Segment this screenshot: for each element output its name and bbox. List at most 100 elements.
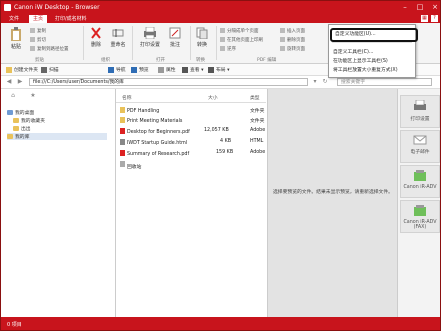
refresh-icon[interactable]: ↻ <box>321 78 329 86</box>
minimize-button[interactable]: – <box>401 3 409 11</box>
device-button-2[interactable]: Canon iR-ADV (FAX) <box>400 200 440 233</box>
forward-icon[interactable]: ▶ <box>16 78 24 86</box>
pdf-split-label: 分隔成单个页面 <box>227 29 259 34</box>
pdf-group-label: PDF 编辑 <box>257 58 277 63</box>
dropdown-arrow-icon[interactable]: ▾ <box>311 78 319 86</box>
search-input[interactable]: 搜索关键字 <box>337 78 432 86</box>
menu-divider <box>332 42 412 43</box>
annotate-button[interactable]: 批注 <box>165 27 185 48</box>
delete-button[interactable]: 删除 <box>87 27 105 48</box>
pdf-delete-button[interactable]: 删除页面 <box>280 37 305 43</box>
properties-toggle[interactable]: 属性 <box>158 66 176 73</box>
file-name: IWDT Startup Guide.html <box>127 141 188 146</box>
list-item[interactable]: PDF Handling 文件夹 <box>116 105 266 115</box>
layout-dropdown[interactable]: 布局 ▾ <box>208 66 230 73</box>
list-header: 名称 大小 类型 <box>116 92 266 103</box>
pdf-reverse-button[interactable]: 逆序 <box>220 46 236 52</box>
list-item[interactable]: IWDT Startup Guide.html 4 KB HTML <box>116 137 266 147</box>
file-name: Print Meeting Materials <box>127 119 183 124</box>
convert-icon <box>196 27 208 39</box>
title-bar: Canon iW Desktop - Browser – □ × <box>1 1 440 14</box>
print-settings-button[interactable]: 打印设置 <box>135 27 165 48</box>
device-button-1[interactable]: Canon iR-ADV <box>400 165 440 198</box>
folder-icon <box>6 66 12 73</box>
tree-label: 出出 <box>21 127 31 132</box>
file-type: Adobe <box>250 150 266 155</box>
scan-button[interactable]: 扫描 <box>41 66 59 73</box>
output-bar: 打印设置 电子邮件 Canon iR-ADV Canon iR-ADV (FAX… <box>397 89 440 317</box>
list-item[interactable]: 回收站 <box>116 159 266 170</box>
scan-label: 扫描 <box>49 68 59 73</box>
back-icon[interactable]: ◀ <box>5 78 13 86</box>
divider <box>190 26 191 60</box>
star-icon[interactable]: ★ <box>29 92 37 100</box>
paste-button[interactable]: 粘贴 <box>7 27 25 50</box>
menu-item-customize-toolbar[interactable]: 自定义工具栏(C)... <box>333 48 373 55</box>
properties-icon <box>158 66 164 73</box>
status-text: 0 项目 <box>7 322 22 328</box>
list-item[interactable]: Summary of Research.pdf 159 KB Adobe <box>116 148 266 158</box>
tree-item-library[interactable]: 我的库 <box>7 133 107 140</box>
scanner-icon <box>41 66 47 73</box>
file-size: 12,057 KB <box>204 128 229 133</box>
delete-label: 删除 <box>90 42 101 48</box>
column-size[interactable]: 大小 <box>208 94 218 101</box>
tree-item-outbox[interactable]: 出出 <box>13 125 31 132</box>
new-folder-button[interactable]: 创建文件夹 <box>6 66 38 73</box>
convert-group-label: 转换 <box>196 58 205 63</box>
device-label-2: Canon iR-ADV (FAX) <box>403 220 437 230</box>
tree-item-desktop[interactable]: 我的桌面 <box>7 109 34 116</box>
rename-button[interactable]: 重命名 <box>107 27 129 48</box>
tab-home[interactable]: 主页 <box>29 15 48 23</box>
organize-group-label: 组织 <box>101 58 110 63</box>
pdf-insert-button[interactable]: 插入页面 <box>280 28 305 34</box>
cut-button[interactable]: 剪切 <box>30 37 46 43</box>
maximize-button[interactable]: □ <box>416 3 424 11</box>
divider <box>216 26 217 60</box>
tab-print[interactable]: 打印/成名材料 <box>51 15 91 23</box>
pdf-rotate-button[interactable]: 旋转页面 <box>280 46 305 52</box>
preview-pane: 选择要预览的文件。结果未显示预览，请重新选择文件。 <box>267 89 398 317</box>
cut-label: 剪切 <box>37 38 46 43</box>
email-button[interactable]: 电子邮件 <box>400 130 440 163</box>
desktop-icon <box>7 110 13 115</box>
pdf-delete-label: 删除页面 <box>287 38 305 43</box>
menu-item-customize-ribbon[interactable]: 自定义功能区(U)... <box>330 28 418 42</box>
layout-icon <box>208 66 214 73</box>
rename-label: 重命名 <box>110 42 126 48</box>
close-button[interactable]: × <box>431 3 439 11</box>
column-type[interactable]: 类型 <box>250 94 260 101</box>
home-icon[interactable]: ⌂ <box>9 92 17 100</box>
delete-icon <box>91 27 101 39</box>
list-item[interactable]: Print Meeting Materials 文件夹 <box>116 115 266 125</box>
print-label: 打印设置 <box>139 42 160 48</box>
fax-icon <box>414 205 426 216</box>
path-field[interactable]: file:///C:/Users/user/Documents/我的库 <box>29 78 308 86</box>
email-icon <box>413 135 427 145</box>
menu-item-toolbar-size[interactable]: 将工具栏放置大小重复方式(X) <box>333 66 398 73</box>
clipboard-icon <box>11 27 21 41</box>
open-group-label: 打开 <box>156 58 165 63</box>
column-name[interactable]: 名称 <box>122 94 132 101</box>
preview-message: 选择要预览的文件。结果未显示预览，请重新选择文件。 <box>273 190 393 195</box>
copy-button[interactable]: 复制 <box>30 28 46 34</box>
tree-item-favorites[interactable]: 我的收藏夹 <box>13 117 45 124</box>
tab-file[interactable]: 文件 <box>5 15 23 23</box>
menu-item-show-toolbar[interactable]: 在功能区上显示工具栏(S) <box>333 57 388 64</box>
print-output-button[interactable]: 打印设置 <box>400 95 440 128</box>
help-icon[interactable]: ? <box>431 15 438 22</box>
convert-button[interactable]: 转换 <box>193 27 211 48</box>
file-size: 4 KB <box>220 139 232 144</box>
nav-toggle[interactable]: 导航 <box>108 66 126 73</box>
pdf-overlay-button[interactable]: 在其他页面上印刷 <box>220 37 263 43</box>
view-dropdown[interactable]: 查看 ▾ <box>182 66 204 73</box>
window-title: Canon iW Desktop - Browser <box>14 4 100 11</box>
preview-toggle[interactable]: 预览 <box>131 66 149 73</box>
copy-path-button[interactable]: 复制到路径位置 <box>30 46 69 52</box>
list-item[interactable]: Desktop for Beginners.pdf 12,057 KB Adobe <box>116 126 266 136</box>
pdf-split-button[interactable]: 分隔成单个页面 <box>220 28 259 34</box>
folder-icon <box>120 107 125 113</box>
preview-icon <box>131 66 137 73</box>
toolbar-icon[interactable]: ▦ <box>421 15 428 22</box>
email-label: 电子邮件 <box>410 150 430 155</box>
